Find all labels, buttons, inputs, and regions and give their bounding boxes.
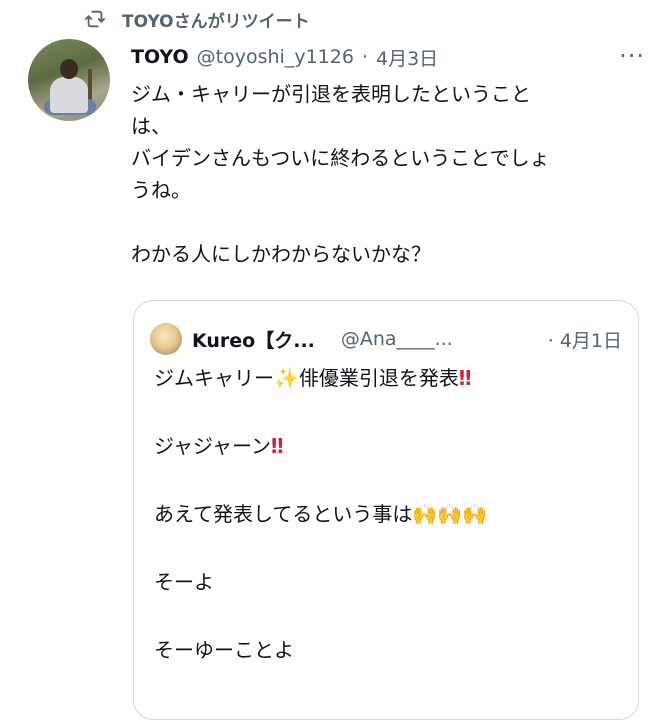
- quoted-tweet[interactable]: Kureo【ク... @Ana____... · 4月1日 ジムキャリー✨俳優業…: [133, 300, 639, 720]
- avatar[interactable]: [28, 39, 110, 121]
- quoted-avatar: [150, 323, 182, 355]
- retweet-indicator: TOYOさんがリツイート: [84, 6, 310, 32]
- quoted-line: ジムキャリー✨俳優業引退を発表‼: [154, 366, 471, 390]
- retweet-icon: [84, 10, 106, 28]
- author-handle[interactable]: @toyoshi_y1126: [197, 46, 354, 68]
- quoted-line: あえて発表してるという事は🙌🙌🙌: [154, 502, 488, 526]
- double-exclamation-icon: ‼: [271, 434, 283, 458]
- quoted-line: そーゆーことよ: [154, 638, 294, 662]
- raised-hands-icon: 🙌🙌🙌: [412, 502, 488, 526]
- double-exclamation-icon: ‼: [458, 366, 471, 390]
- tweet-line: ジム・キャリーが引退を表明したということ: [131, 82, 531, 106]
- retweet-label[interactable]: TOYOさんがリツイート: [122, 7, 310, 32]
- tweet-line: は、: [131, 114, 171, 138]
- quoted-author-handle: @Ana____...: [340, 328, 453, 350]
- tweet-line: うね。: [131, 178, 191, 202]
- sparkles-icon: ✨: [274, 366, 299, 390]
- quoted-line: ジャジャーン‼: [154, 434, 283, 458]
- tweet-line: バイデンさんもついに終わるということでしょ: [131, 146, 550, 170]
- quoted-tweet-date: · 4月1日: [547, 329, 622, 352]
- quoted-author-name: Kureo【ク...: [192, 329, 315, 352]
- tweet-date[interactable]: 4月3日: [376, 44, 438, 71]
- separator-dot: ·: [361, 46, 368, 68]
- author-name[interactable]: TOYO: [131, 46, 189, 68]
- tweet-line: わかる人にしかわからないかな？: [131, 242, 431, 266]
- quoted-line: そーよ: [154, 570, 214, 594]
- quoted-tweet-text: ジムキャリー✨俳優業引退を発表‼ ジャジャーン‼ あえて発表してるという事は🙌🙌…: [154, 361, 624, 667]
- quoted-tweet-header: Kureo【ク... @Ana____... · 4月1日: [150, 323, 622, 355]
- tweet-header: TOYO @toyoshi_y1126 · 4月3日 ···: [131, 42, 649, 71]
- tweet-text: ジム・キャリーが引退を表明したということ は、 バイデンさんもついに終わるという…: [131, 78, 651, 270]
- more-icon[interactable]: ···: [619, 42, 645, 70]
